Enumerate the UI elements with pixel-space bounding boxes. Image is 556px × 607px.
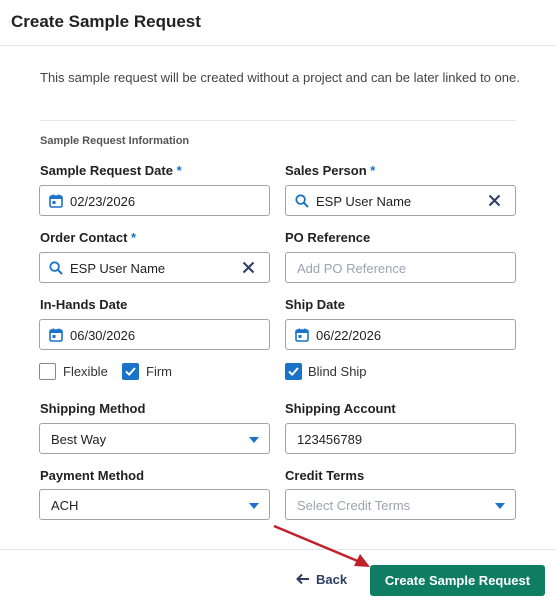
shipping-account-label: Shipping Account [285,401,396,416]
clear-icon[interactable] [242,261,255,274]
in-hands-date-label: In-Hands Date [40,297,128,312]
po-reference-placeholder: Add PO Reference [297,261,407,276]
payment-method-value: ACH [51,498,79,513]
checkmark-icon [288,367,299,377]
chevron-down-icon [249,437,259,443]
order-contact-label: Order Contact * [40,230,137,245]
blind-ship-label: Blind Ship [308,364,367,379]
create-sample-request-button[interactable]: Create Sample Request [370,565,545,596]
create-sample-request-label: Create Sample Request [384,573,531,588]
blind-ship-checkbox[interactable] [285,363,302,380]
payment-method-select[interactable]: ACH [39,489,270,520]
calendar-icon [49,328,63,342]
chevron-down-icon [495,503,505,509]
firm-checkbox[interactable] [122,363,139,380]
dialog-header: Create Sample Request [0,0,556,46]
ship-date-value: 06/22/2026 [316,328,382,343]
back-button[interactable]: Back [296,568,347,590]
sales-person-label: Sales Person * [285,163,376,178]
in-hands-date-value: 06/30/2026 [70,328,136,343]
in-hands-date-field[interactable]: 06/30/2026 [39,319,270,350]
search-icon [295,194,309,208]
ship-date-field[interactable]: 06/22/2026 [285,319,516,350]
calendar-icon [295,328,309,342]
divider [40,120,516,121]
order-contact-value: ESP User Name [70,261,166,276]
sample-request-date-value: 02/23/2026 [70,194,136,209]
search-icon [49,261,63,275]
credit-terms-label: Credit Terms [285,468,365,483]
arrow-left-icon [296,573,309,585]
calendar-icon [49,194,63,208]
shipping-account-value: 123456789 [297,432,363,447]
ship-date-label: Ship Date [285,297,345,312]
intro-text: This sample request will be created with… [40,70,520,85]
back-button-label: Back [316,571,348,587]
checkmark-icon [125,367,136,377]
chevron-down-icon [249,503,259,509]
credit-terms-placeholder: Select Credit Terms [297,498,411,513]
annotation-arrow-icon [273,524,370,567]
order-contact-field[interactable]: ESP User Name [39,252,270,283]
flexible-checkbox[interactable] [39,363,56,380]
shipping-account-field[interactable]: 123456789 [285,423,516,454]
sample-request-date-label: Sample Request Date * [40,163,182,178]
shipping-method-label: Shipping Method [40,401,146,416]
shipping-method-value: Best Way [51,432,107,447]
sales-person-field[interactable]: ESP User Name [285,185,516,216]
shipping-method-select[interactable]: Best Way [39,423,270,454]
firm-label: Firm [146,364,172,379]
dialog-title: Create Sample Request [11,12,201,31]
flexible-label: Flexible [63,364,108,379]
credit-terms-select[interactable]: Select Credit Terms [285,489,516,520]
section-title: Sample Request Information [40,135,190,147]
po-reference-field[interactable]: Add PO Reference [285,252,516,283]
po-reference-label: PO Reference [285,230,371,245]
sales-person-value: ESP User Name [316,194,412,209]
payment-method-label: Payment Method [40,468,145,483]
clear-icon[interactable] [488,194,501,207]
sample-request-date-field[interactable]: 02/23/2026 [39,185,270,216]
